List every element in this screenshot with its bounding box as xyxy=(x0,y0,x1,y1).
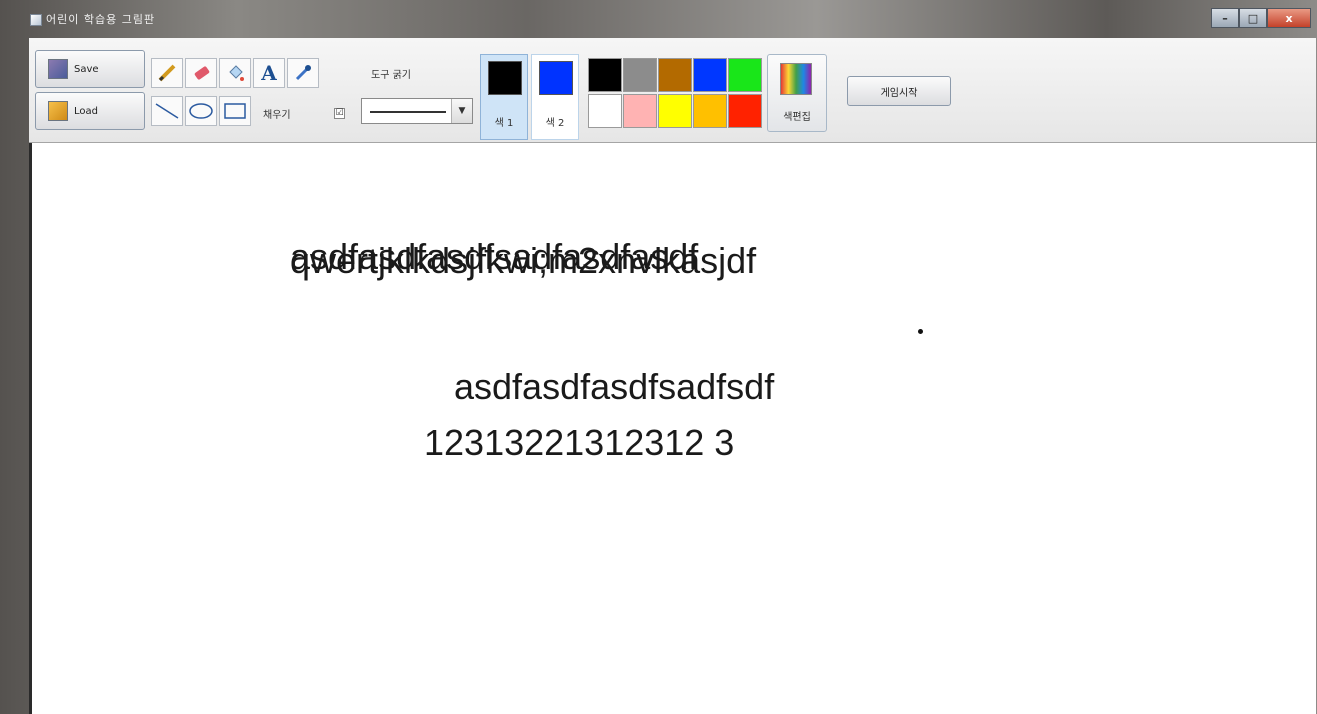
palette-swatch[interactable] xyxy=(623,94,657,128)
caption-buttons: – □ x xyxy=(1211,8,1311,28)
maximize-button[interactable]: □ xyxy=(1239,8,1267,28)
color1-swatch xyxy=(488,61,522,95)
window-title: 어린이 학습용 그림판 xyxy=(46,13,156,26)
save-label: Save xyxy=(74,63,99,75)
palette-swatch[interactable] xyxy=(588,58,622,92)
palette-swatch[interactable] xyxy=(588,94,622,128)
stroke-preview xyxy=(370,111,446,113)
palette-swatch[interactable] xyxy=(728,58,762,92)
tool-size-label: 도구 굵기 xyxy=(371,70,411,81)
pencil-tool[interactable] xyxy=(151,58,183,88)
palette-swatch[interactable] xyxy=(623,58,657,92)
rectangle-icon xyxy=(224,103,246,119)
fill-bucket-icon xyxy=(229,65,244,81)
palette-swatch[interactable] xyxy=(658,94,692,128)
canvas-text-line2: 12313221312312 3 xyxy=(424,422,735,463)
chevron-down-icon: ▼ xyxy=(451,99,472,123)
load-label: Load xyxy=(74,105,98,117)
color2-slot[interactable]: 색 2 xyxy=(531,54,579,140)
fill-checkbox[interactable]: ☑ xyxy=(334,108,345,119)
save-icon xyxy=(48,59,68,79)
load-icon xyxy=(48,101,68,121)
color2-label: 색 2 xyxy=(545,118,565,129)
canvas-text-overlap-2: qwertjklkdsjfkwi;m2xnvlkasjdf xyxy=(290,240,757,281)
palette-swatch[interactable] xyxy=(693,94,727,128)
close-button[interactable]: x xyxy=(1267,8,1311,28)
palette-swatch[interactable] xyxy=(658,58,692,92)
fill-bucket-tool[interactable] xyxy=(219,58,251,88)
edit-colors-button[interactable]: 색편집 xyxy=(767,54,827,132)
canvas-text-line1: asdfasdfasdfsadfsdf xyxy=(454,366,775,407)
rectangle-tool[interactable] xyxy=(219,96,251,126)
toolbar: Save Load A 채우기 ☑ 도구 굵기 ▼ 색 1 색 2 색편집 게임… xyxy=(29,38,1316,143)
eyedropper-icon xyxy=(295,65,311,81)
color-spectrum-icon xyxy=(780,63,812,95)
eyedropper-tool[interactable] xyxy=(287,58,319,88)
app-icon xyxy=(30,14,42,26)
eraser-tool[interactable] xyxy=(185,58,217,88)
line-tool[interactable] xyxy=(151,96,183,126)
fill-label: 채우기 xyxy=(263,110,291,121)
start-game-label: 게임시작 xyxy=(880,87,918,99)
color1-label: 색 1 xyxy=(494,118,514,129)
text-tool-icon: A xyxy=(261,61,277,85)
paint-window: 어린이 학습용 그림판 – □ x Save Load A 채우기 ☑ 도구 굵… xyxy=(0,0,1317,714)
load-button[interactable]: Load xyxy=(35,92,145,130)
edit-colors-label: 색편집 xyxy=(783,112,811,123)
ellipse-icon xyxy=(189,103,213,119)
color2-swatch xyxy=(539,61,573,95)
palette-swatch[interactable] xyxy=(728,94,762,128)
ellipse-tool[interactable] xyxy=(185,96,217,126)
eraser-icon xyxy=(194,66,210,80)
start-game-button[interactable]: 게임시작 xyxy=(847,76,951,106)
title-bar[interactable]: 어린이 학습용 그림판 – □ x xyxy=(0,0,1317,38)
palette-swatch[interactable] xyxy=(693,58,727,92)
pencil-icon xyxy=(158,64,176,82)
save-button[interactable]: Save xyxy=(35,50,145,88)
color1-slot[interactable]: 색 1 xyxy=(480,54,528,140)
canvas-dot xyxy=(918,329,923,334)
line-icon xyxy=(155,103,179,119)
minimize-button[interactable]: – xyxy=(1211,8,1239,28)
tool-size-select[interactable]: ▼ xyxy=(361,98,473,124)
drawing-canvas[interactable]: asdfasdfasdfsadfasdfasdf qwertjklkdsjfkw… xyxy=(29,143,1316,714)
text-tool[interactable]: A xyxy=(253,58,285,88)
